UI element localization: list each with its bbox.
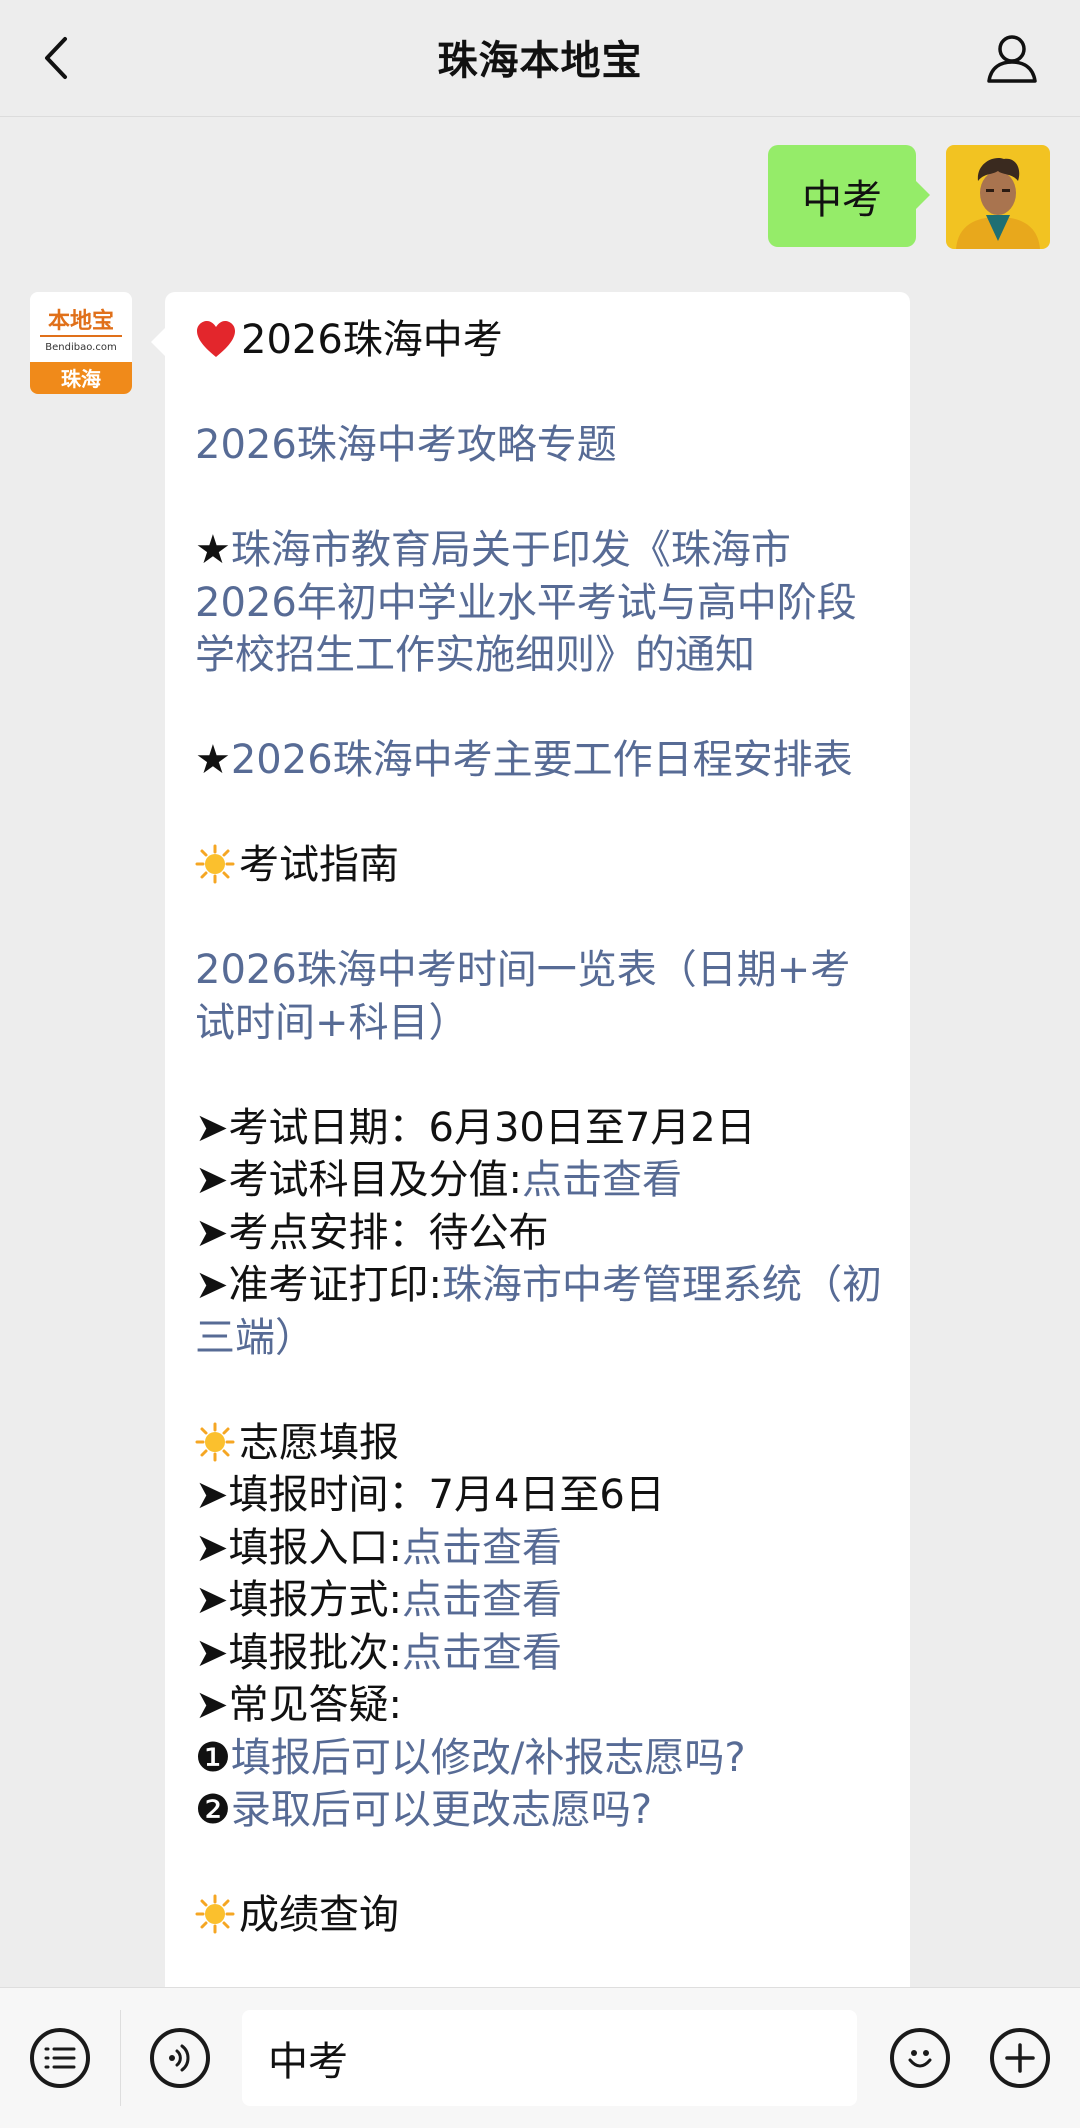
exam-item-label: ➤考点安排： [195, 1209, 429, 1256]
number-one-icon: ❶ [195, 1734, 231, 1781]
volunteer-method-link[interactable]: 点击查看 [402, 1577, 562, 1623]
menu-button[interactable] [30, 2028, 90, 2088]
user-avatar-image [946, 145, 1050, 249]
star-icon: ★ [195, 737, 231, 783]
exam-item-value: 6月30日至7月2日 [428, 1104, 756, 1151]
exam-item: ➤考试日期：6月30日至7月2日 [195, 1102, 884, 1155]
notice-link[interactable]: 珠海市教育局关于印发《珠海市2026年初中学业水平考试与高中阶段学校招生工作实施… [195, 527, 857, 678]
exam-item-value: 待公布 [428, 1209, 549, 1256]
faq-item: ❷录取后可以更改志愿吗? [195, 1784, 884, 1837]
star-icon: ★ [195, 527, 231, 573]
incoming-message[interactable]: 2026珠海中考 2026珠海中考攻略专题 ★珠海市教育局关于印发《珠海市202… [151, 292, 910, 1987]
sun-icon [195, 1422, 235, 1461]
notice-line: ★珠海市教育局关于印发《珠海市2026年初中学业水平考试与高中阶段学校招生工作实… [195, 524, 884, 682]
divider [120, 2010, 121, 2106]
admit-card-line: ➤准考证打印:珠海市中考管理系统（初三端） [195, 1259, 884, 1364]
volunteer-batch-link[interactable]: 点击查看 [402, 1630, 562, 1676]
outgoing-message-text: 中考 [802, 177, 882, 223]
section-volunteer-title: 志愿填报 [239, 1419, 399, 1466]
emoji-button[interactable] [890, 2028, 950, 2088]
smiley-icon [908, 2050, 932, 2068]
user-avatar[interactable] [946, 145, 1050, 249]
exam-item: ➤考点安排：待公布 [195, 1207, 884, 1260]
volunteer-item: ➤填报批次:点击查看 [195, 1627, 884, 1680]
exam-table-link[interactable]: 2026珠海中考时间一览表（日期+考试时间+科目） [195, 944, 884, 1049]
volunteer-item-label: ➤填报入口: [195, 1524, 402, 1571]
volunteer-item-label: ➤填报方式: [195, 1577, 402, 1623]
schedule-link[interactable]: 2026珠海中考主要工作日程安排表 [231, 737, 853, 783]
message-input-value: 中考 [268, 2039, 348, 2085]
volunteer-item-label: ➤填报时间： [195, 1472, 429, 1518]
message-title: 2026珠海中考 [241, 317, 503, 363]
bendibao-logo: 本地宝 Bendibao.com 珠海 [30, 292, 132, 394]
exam-item-label: ➤考试科目及分值: [195, 1157, 522, 1203]
svg-text:珠海: 珠海 [61, 367, 101, 391]
section-exam-heading: 考试指南 [195, 839, 884, 892]
section-volunteer-heading: 志愿填报 [195, 1417, 884, 1470]
faq-item: ❶填报后可以修改/补报志愿吗? [195, 1732, 884, 1785]
plus-icon [1005, 2043, 1035, 2073]
svg-text:本地宝: 本地宝 [48, 308, 114, 334]
heart-icon [197, 321, 235, 357]
top-bar: 珠海本地宝 [0, 0, 1080, 117]
schedule-line: ★2026珠海中考主要工作日程安排表 [195, 734, 884, 787]
voice-button[interactable] [150, 2028, 210, 2088]
message-input[interactable]: 中考 [242, 2010, 857, 2106]
sun-icon [195, 844, 235, 884]
volunteer-item: ➤填报时间：7月4日至6日 [195, 1469, 884, 1522]
sun-icon [195, 1894, 235, 1934]
list-icon [44, 2047, 76, 2069]
volunteer-item: ➤填报入口:点击查看 [195, 1522, 884, 1575]
volunteer-item-value: 7月4日至6日 [428, 1472, 665, 1518]
outgoing-message[interactable]: 中考 [768, 145, 930, 247]
volunteer-item: ➤填报方式:点击查看 [195, 1574, 884, 1627]
topic-link[interactable]: 2026珠海中考攻略专题 [195, 419, 884, 472]
volunteer-item: ➤常见答疑: [195, 1679, 884, 1732]
message-title-line: 2026珠海中考 [195, 314, 884, 367]
section-exam-title: 考试指南 [239, 842, 399, 888]
chat-info-button[interactable] [982, 28, 1042, 88]
exam-item-label: ➤考试日期： [195, 1104, 429, 1151]
more-button[interactable] [990, 2028, 1050, 2088]
section-score-heading: 成绩查询 [195, 1889, 884, 1942]
exam-subjects-link[interactable]: 点击查看 [522, 1157, 682, 1203]
chat-area[interactable]: 中考 本地宝 Bendibao.com 珠海 2026珠海中考 2026珠海中考… [0, 117, 1080, 1987]
person-icon [987, 35, 1037, 83]
volunteer-entry-link[interactable]: 点击查看 [402, 1525, 562, 1571]
official-account-avatar[interactable]: 本地宝 Bendibao.com 珠海 [30, 292, 132, 394]
section-score-title: 成绩查询 [239, 1892, 399, 1938]
exam-item: ➤考试科目及分值:点击查看 [195, 1154, 884, 1207]
volunteer-item-label: ➤常见答疑: [195, 1682, 402, 1728]
admit-card-label: ➤准考证打印: [195, 1262, 442, 1308]
page-title: 珠海本地宝 [437, 38, 643, 84]
number-two-icon: ❷ [195, 1787, 231, 1833]
voice-icon [169, 2044, 190, 2072]
composer-bar: 中考 [0, 1987, 1080, 2128]
faq-link[interactable]: 填报后可以修改/补报志愿吗? [231, 1735, 746, 1781]
volunteer-item-label: ➤填报批次: [195, 1629, 402, 1676]
svg-text:Bendibao.com: Bendibao.com [45, 342, 116, 353]
faq-link[interactable]: 录取后可以更改志愿吗? [231, 1787, 652, 1833]
